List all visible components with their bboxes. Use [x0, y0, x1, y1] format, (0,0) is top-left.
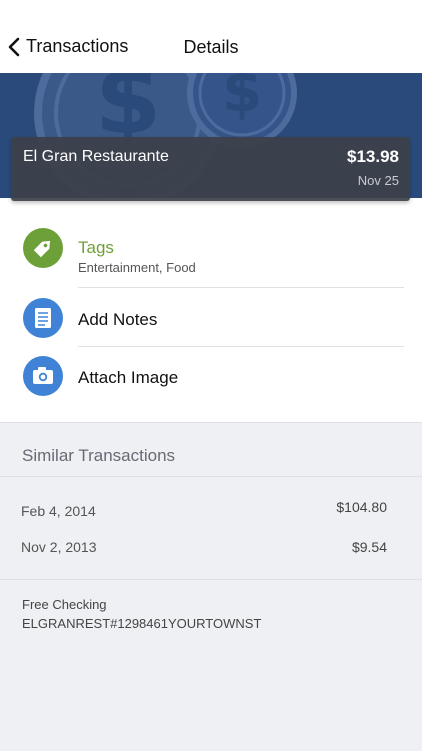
divider	[78, 346, 404, 347]
similar-transaction-row[interactable]: Feb 4, 2014 $104.80	[0, 497, 422, 527]
tag-icon	[23, 228, 63, 268]
divider	[0, 476, 422, 477]
similar-transaction-amount: $9.54	[351, 539, 387, 555]
similar-transaction-row[interactable]: Nov 2, 2013 $9.54	[0, 535, 422, 565]
tags-row[interactable]: Tags Entertainment, Food	[0, 218, 422, 276]
divider	[78, 287, 404, 288]
transaction-amount: $13.98	[347, 147, 399, 166]
divider	[0, 579, 422, 580]
similar-transaction-date: Nov 2, 2013	[21, 539, 97, 555]
notes-icon	[23, 298, 63, 338]
navigation-bar: Transactions Details	[0, 0, 422, 73]
transaction-card: El Gran Restaurante $13.98 Nov 25	[11, 137, 410, 201]
similar-transaction-date: Feb 4, 2014	[21, 503, 96, 519]
tags-label: Tags	[78, 238, 114, 257]
camera-icon	[23, 356, 63, 396]
merchant-name: El Gran Restaurante	[23, 148, 169, 165]
transaction-date: Nov 25	[357, 173, 399, 188]
svg-text:$: $	[222, 73, 262, 125]
page-title: Details	[183, 37, 239, 57]
section-title: Similar Transactions	[22, 446, 176, 465]
account-description: ELGRANREST#1298461YOURTOWNST	[22, 616, 262, 631]
tags-value: Entertainment, Food	[78, 260, 196, 275]
attach-image-label: Attach Image	[78, 368, 179, 387]
attach-image-row[interactable]: Attach Image	[0, 348, 422, 406]
similar-transaction-amount: $104.80	[336, 499, 387, 515]
similar-transactions-section: Similar Transactions Feb 4, 2014 $104.80…	[0, 422, 422, 751]
add-notes-row[interactable]: Add Notes	[0, 290, 422, 348]
add-notes-label: Add Notes	[78, 310, 158, 329]
account-name: Free Checking	[22, 597, 107, 612]
